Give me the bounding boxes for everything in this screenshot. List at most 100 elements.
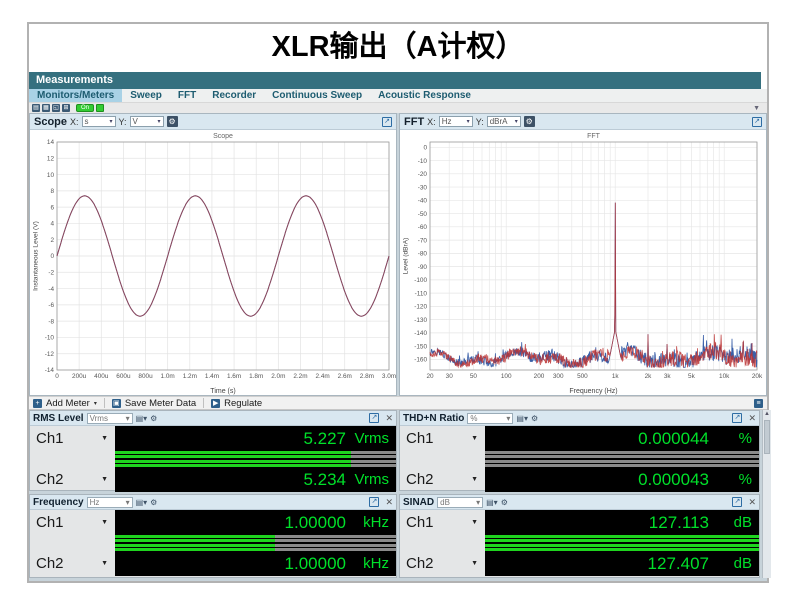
svg-text:-40: -40 — [418, 198, 428, 205]
meter-popout-icon[interactable]: ↗ — [369, 413, 380, 423]
tab-monitors-meters[interactable]: Monitors/Meters — [29, 89, 123, 102]
meter-close-icon[interactable]: ✕ — [385, 413, 393, 423]
channel-row: Ch1 ▼ 127.113 dB — [400, 510, 759, 535]
meter-display-mode-icon[interactable]: ▤▾ — [516, 413, 528, 424]
meter-settings-icon[interactable]: ⚙ — [150, 497, 157, 508]
regulate-button[interactable]: Regulate — [224, 398, 262, 409]
svg-text:3.0m: 3.0m — [382, 373, 396, 380]
layout-grid-icon[interactable]: ▦ — [42, 104, 50, 112]
level-bars — [485, 535, 759, 551]
svg-text:0: 0 — [423, 145, 427, 152]
svg-text:-14: -14 — [45, 367, 55, 374]
generator-on-toggle[interactable]: On — [76, 104, 94, 112]
svg-text:12: 12 — [47, 155, 55, 162]
meter-settings-icon[interactable]: ⚙ — [531, 413, 538, 424]
fft-popout-icon[interactable]: ↗ — [752, 116, 762, 127]
svg-text:-50: -50 — [418, 211, 428, 218]
scrollbar-thumb[interactable] — [764, 420, 770, 454]
svg-text:0: 0 — [55, 373, 59, 380]
channel-selector[interactable]: Ch1 ▼ — [400, 426, 485, 451]
svg-text:20k: 20k — [752, 373, 763, 380]
svg-text:FFT: FFT — [587, 133, 601, 140]
level-bars — [115, 451, 396, 467]
level-bars-row — [30, 451, 396, 467]
meter-close-icon[interactable]: ✕ — [385, 497, 393, 507]
scope-x-unit-select[interactable]: s ▾ — [81, 116, 116, 127]
tab-fft[interactable]: FFT — [170, 89, 204, 102]
save-meter-data-button[interactable]: Save Meter Data — [125, 398, 196, 409]
measurements-tab-bar: Monitors/Meters Sweep FFT Recorder Conti… — [29, 89, 767, 103]
scope-y-unit-select[interactable]: V ▾ — [129, 116, 164, 127]
channel-row: Ch2 ▼ 1.00000 kHz — [30, 551, 396, 576]
svg-text:4: 4 — [50, 221, 54, 228]
scope-settings-gear-icon[interactable]: ⚙ — [166, 116, 178, 127]
channel-selector[interactable]: Ch2 ▼ — [30, 467, 115, 492]
fft-settings-gear-icon[interactable]: ⚙ — [523, 116, 535, 127]
svg-text:-6: -6 — [48, 302, 54, 309]
meter-display: 1.00000 kHz — [115, 551, 396, 576]
svg-text:2.0m: 2.0m — [271, 373, 285, 380]
svg-text:200u: 200u — [72, 373, 87, 380]
toolbar-overflow-icon[interactable]: ≡ — [754, 398, 763, 408]
svg-text:Level (dBrA): Level (dBrA) — [403, 238, 410, 275]
meter-unit-select[interactable]: % ▾ — [467, 412, 514, 424]
meter-close-icon[interactable]: ✕ — [748, 413, 756, 423]
display-settings-icon[interactable]: ◱ — [52, 104, 60, 112]
meter-settings-icon[interactable]: ⚙ — [501, 497, 508, 508]
channel-row: Ch1 ▼ 5.227 Vrms — [30, 426, 396, 451]
channel-selector[interactable]: Ch2 ▼ — [400, 467, 485, 492]
svg-text:-130: -130 — [414, 317, 427, 324]
meter-display-mode-icon[interactable]: ▤▾ — [486, 497, 498, 508]
level-bars — [115, 535, 396, 551]
tab-continuous-sweep[interactable]: Continuous Sweep — [264, 89, 370, 102]
tab-sweep[interactable]: Sweep — [122, 89, 170, 102]
meter-popout-icon[interactable]: ↗ — [369, 497, 380, 507]
channel-selector[interactable]: Ch2 ▼ — [30, 551, 115, 576]
tab-acoustic-response[interactable]: Acoustic Response — [370, 89, 479, 102]
meter-popout-icon[interactable]: ↗ — [732, 497, 743, 507]
meter-unit-select[interactable]: Vrms ▾ — [86, 412, 133, 424]
add-display-icon[interactable]: ⊞ — [62, 104, 70, 112]
meter-display: 5.227 Vrms — [115, 426, 396, 451]
layout-single-icon[interactable]: ▤ — [32, 104, 40, 112]
scrollbar-up-icon[interactable]: ▲ — [763, 410, 771, 419]
level-bars — [485, 451, 759, 467]
meter-unit-select[interactable]: Hz ▾ — [86, 496, 133, 508]
add-meter-dropdown-arrow[interactable]: ▾ — [94, 400, 97, 407]
svg-text:300: 300 — [553, 373, 564, 380]
meter-popout-icon[interactable]: ↗ — [732, 413, 743, 423]
monitors-content: Scope X: s ▾ Y: V ▾ ⚙ ↗ 0 200u 400u 600u 800u 1… — [29, 113, 771, 581]
meter-display-mode-icon[interactable]: ▤▾ — [136, 497, 148, 508]
channel-row: Ch2 ▼ 0.000043% — [400, 467, 759, 492]
svg-text:-90: -90 — [418, 264, 428, 271]
meter-panel-thdn-ratio: THD+N Ratio %▾ ▤▾ ⚙ ↗ ✕ Ch1▼ 0.000044% — [399, 410, 760, 492]
svg-text:-110: -110 — [415, 290, 428, 297]
meters-scrollbar[interactable]: ▲ — [762, 410, 771, 578]
add-meter-button[interactable]: Add Meter — [46, 398, 90, 409]
meter-settings-icon[interactable]: ⚙ — [150, 413, 157, 424]
svg-text:2.4m: 2.4m — [315, 373, 329, 380]
svg-text:800u: 800u — [138, 373, 153, 380]
meter-header: Frequency Hz ▾ ▤▾ ⚙ ↗ ✕ — [30, 495, 396, 510]
svg-text:6: 6 — [50, 204, 54, 211]
svg-text:1.4m: 1.4m — [205, 373, 219, 380]
channel-selector[interactable]: Ch1 ▼ — [400, 510, 485, 535]
tab-recorder[interactable]: Recorder — [204, 89, 264, 102]
fft-y-label: Y: — [475, 116, 484, 127]
scope-popout-icon[interactable]: ↗ — [382, 116, 392, 127]
fft-panel: FFT X: Hz ▾ Y: dBrA ▾ ⚙ ↗ 0 -10 -20 -30 -40 -50… — [399, 113, 767, 396]
svg-text:2.8m: 2.8m — [360, 373, 374, 380]
channel-selector[interactable]: Ch1 ▼ — [30, 510, 115, 535]
channel-selector[interactable]: Ch1 ▼ — [30, 426, 115, 451]
meter-close-icon[interactable]: ✕ — [748, 497, 756, 507]
svg-text:Scope: Scope — [213, 133, 233, 140]
filter-icon[interactable]: ▼ — [753, 105, 760, 112]
fft-y-unit-select[interactable]: dBrA ▾ — [486, 116, 521, 127]
fft-x-unit-select[interactable]: Hz ▾ — [438, 116, 473, 127]
meter-display-mode-icon[interactable]: ▤▾ — [136, 413, 148, 424]
scope-panel: Scope X: s ▾ Y: V ▾ ⚙ ↗ 0 200u 400u 600u 800u 1… — [29, 113, 397, 396]
meter-unit-select[interactable]: dB ▾ — [437, 496, 484, 508]
channel-selector[interactable]: Ch2 ▼ — [400, 551, 485, 576]
meter-title: Frequency — [33, 496, 84, 508]
svg-text:600u: 600u — [116, 373, 131, 380]
